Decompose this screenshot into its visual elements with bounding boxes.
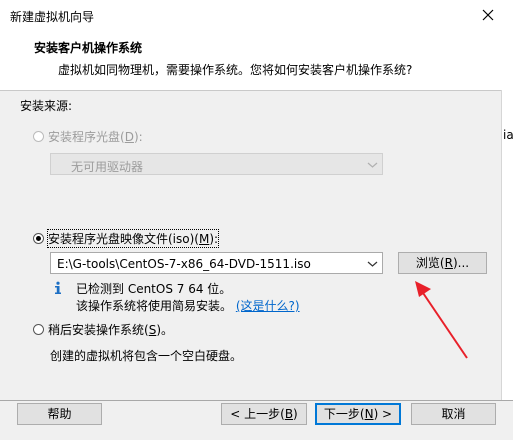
whats-this-link[interactable]: (这是什么?)	[236, 299, 300, 313]
radio-disc-label: 安装程序光盘(D):	[48, 130, 143, 144]
browse-button[interactable]: 浏览(R)...	[398, 252, 487, 274]
iso-path-combo[interactable]: E:\G-tools\CentOS-7-x86_64-DVD-1511.iso	[50, 252, 383, 274]
blank-disk-description: 创建的虚拟机将包含一个空白硬盘。	[50, 349, 243, 363]
install-source-label: 安装来源:	[20, 99, 73, 113]
footer-divider	[0, 400, 513, 401]
chevron-down-icon[interactable]	[367, 258, 378, 268]
info-icon	[52, 281, 64, 295]
easy-install-text: 该操作系统将使用简易安装。	[76, 299, 233, 313]
cancel-button[interactable]: 取消	[411, 403, 496, 425]
title-bar: 新建虚拟机向导	[0, 0, 513, 31]
easy-install-line: 该操作系统将使用简易安装。 (这是什么?)	[76, 297, 300, 314]
radio-later-circle[interactable]	[33, 324, 44, 335]
help-button[interactable]: 帮助	[17, 403, 102, 425]
disc-drive-value: 无可用驱动器	[71, 160, 144, 174]
os-detected-text: 已检测到 CentOS 7 64 位。	[76, 282, 232, 296]
right-edge-text: ia	[503, 128, 513, 142]
radio-iso-circle[interactable]	[33, 233, 44, 244]
iso-path-value[interactable]: E:\G-tools\CentOS-7-x86_64-DVD-1511.iso	[57, 257, 311, 271]
close-icon[interactable]	[477, 4, 499, 26]
radio-install-iso[interactable]: 安装程序光盘映像文件(iso)(M):	[33, 229, 220, 248]
disc-drive-combo[interactable]: 无可用驱动器	[50, 153, 383, 175]
annotation-arrow-icon	[415, 281, 468, 359]
radio-install-disc[interactable]: 安装程序光盘(D):	[33, 128, 143, 145]
radio-later-label: 稍后安装操作系统(S)。	[48, 323, 174, 337]
window-title: 新建虚拟机向导	[10, 10, 95, 24]
radio-install-later[interactable]: 稍后安装操作系统(S)。	[33, 321, 173, 338]
radio-iso-label: 安装程序光盘映像文件(iso)(M):	[46, 229, 220, 248]
radio-disc-circle[interactable]	[33, 131, 44, 142]
next-button[interactable]: 下一步(N) >	[315, 403, 401, 425]
page-subtitle: 虚拟机如同物理机，需要操作系统。您将如何安装客户机操作系统?	[58, 63, 413, 77]
back-button[interactable]: < 上一步(B)	[221, 403, 307, 425]
page-title: 安装客户机操作系统	[34, 41, 143, 55]
chevron-down-icon[interactable]	[367, 159, 378, 169]
wizard-window: 新建虚拟机向导 安装客户机操作系统 虚拟机如同物理机，需要操作系统。您将如何安装…	[0, 0, 513, 440]
wizard-header: 安装客户机操作系统 虚拟机如同物理机，需要操作系统。您将如何安装客户机操作系统?	[0, 30, 513, 91]
